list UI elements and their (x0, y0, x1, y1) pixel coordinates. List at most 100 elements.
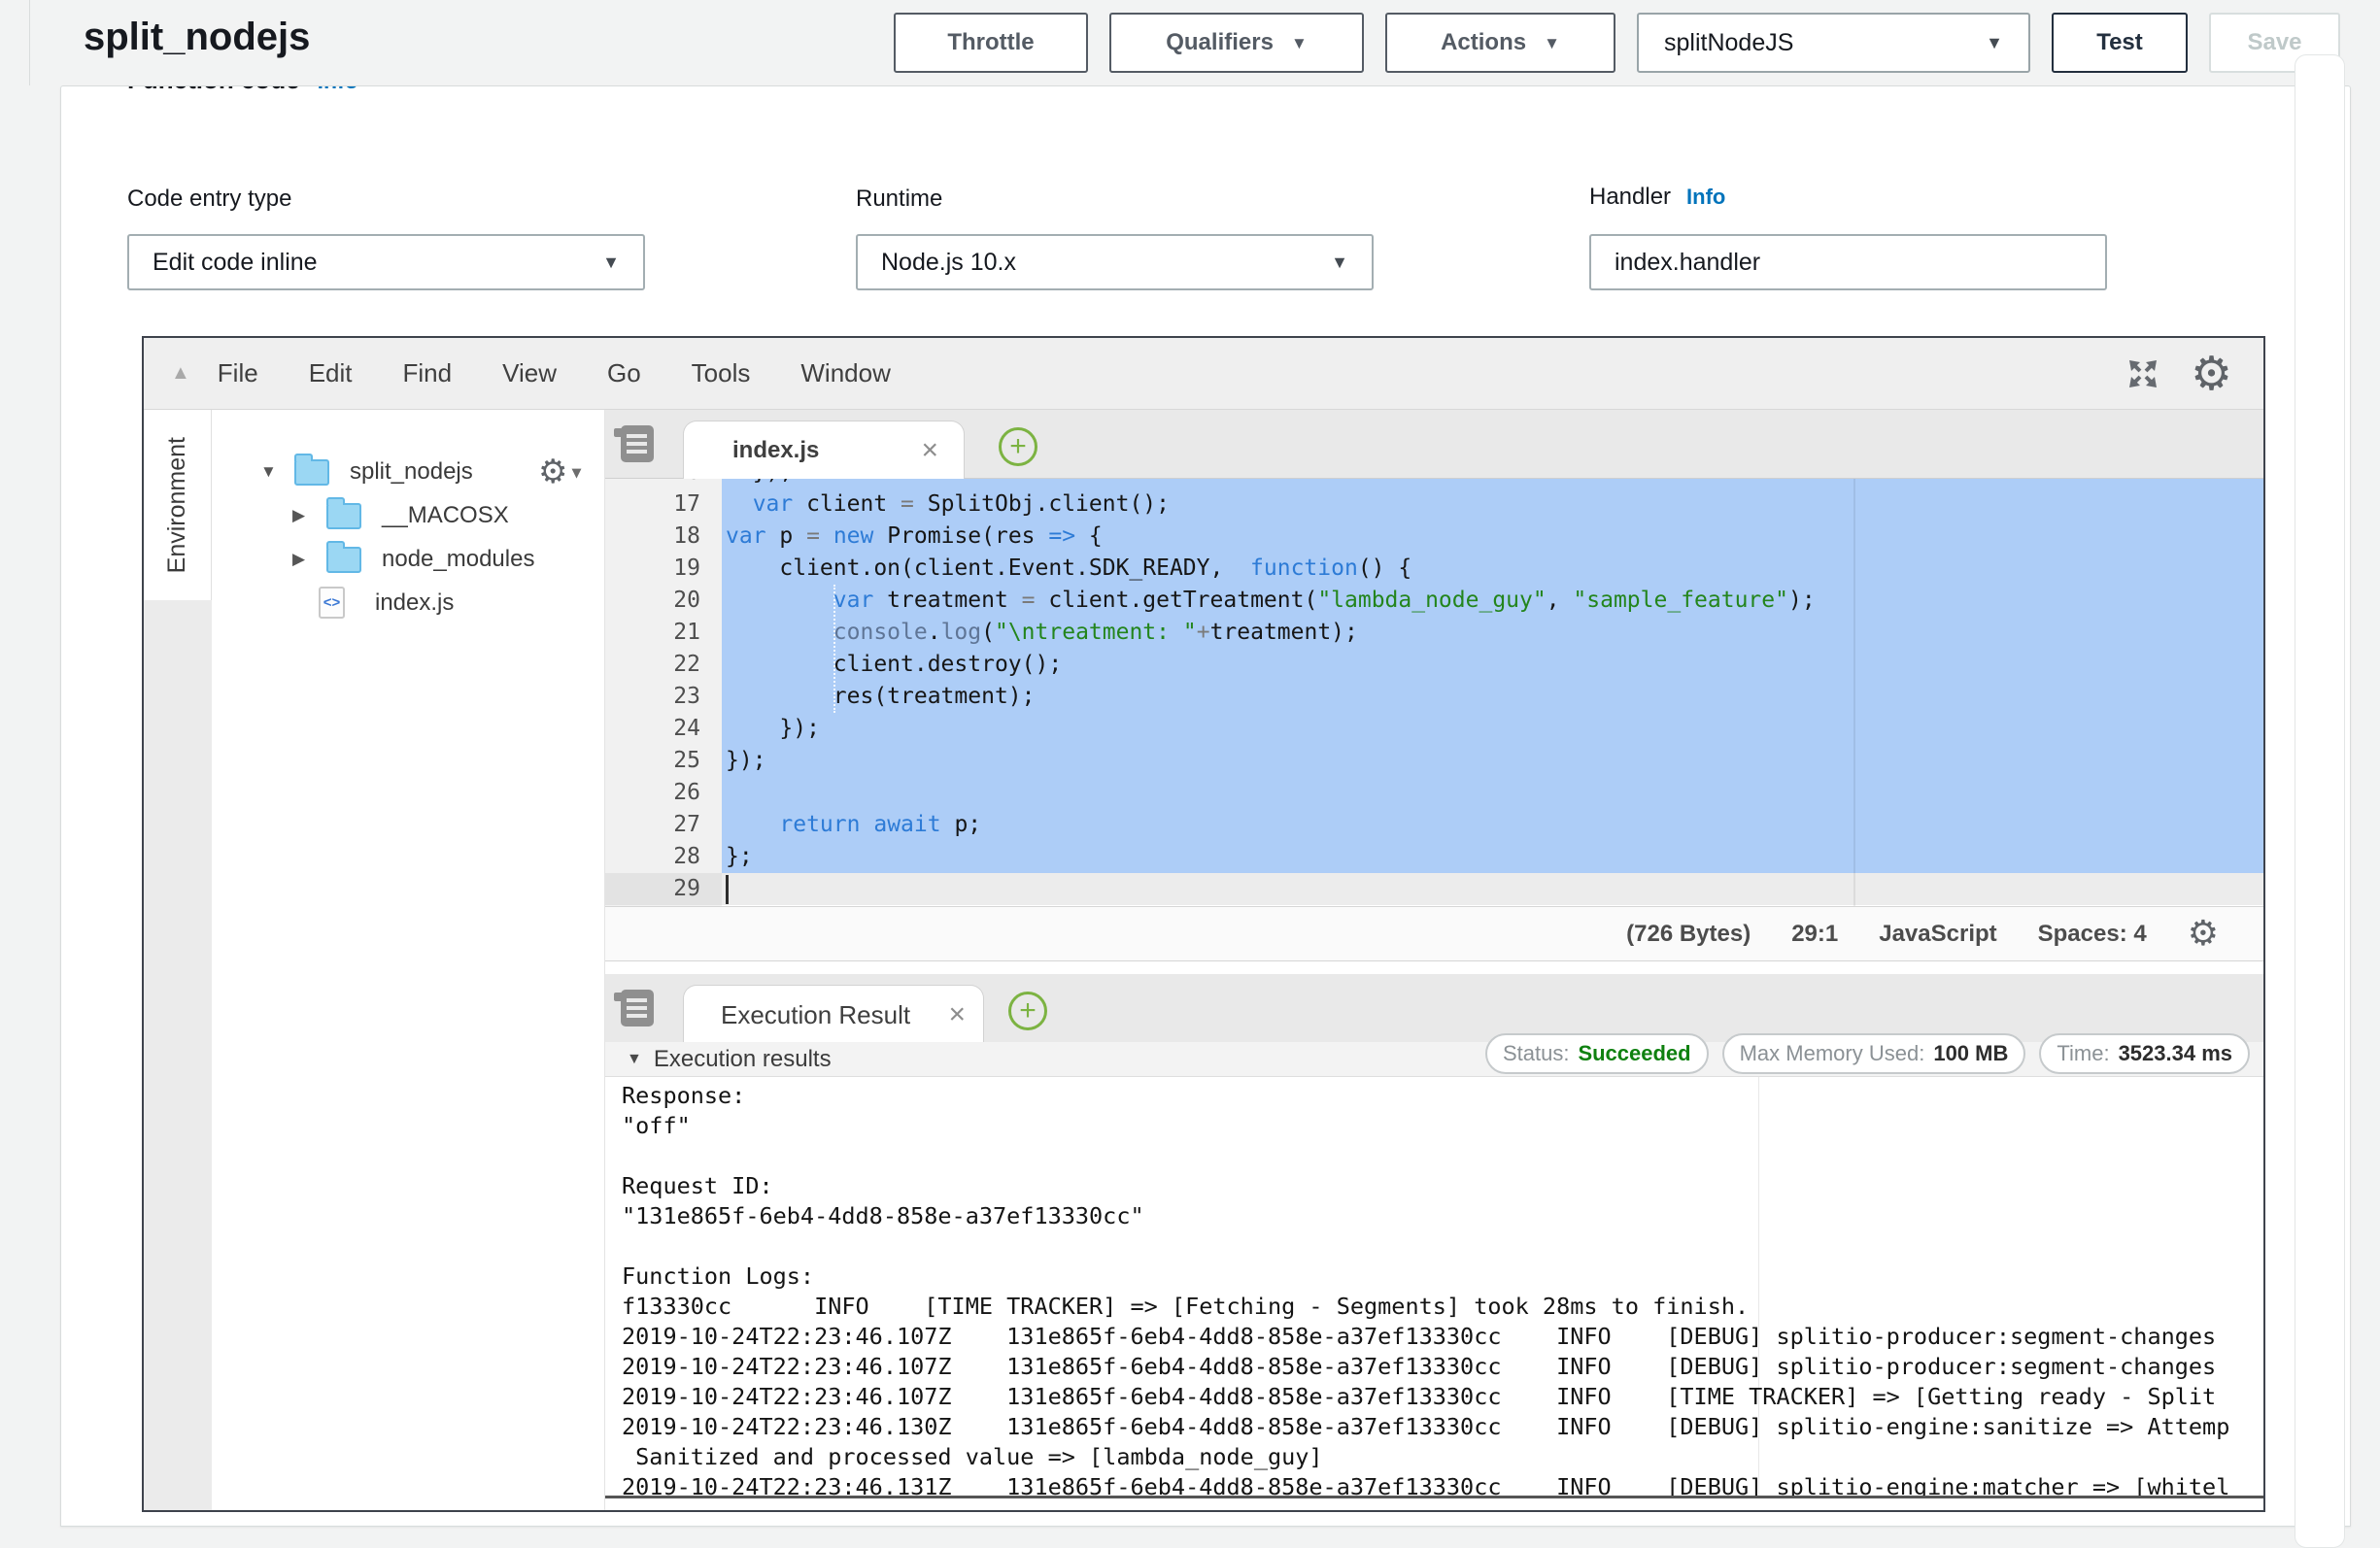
cursor-position-status: 29:1 (1791, 921, 1838, 948)
new-tab-plus-icon[interactable]: + (999, 427, 1037, 466)
clipped-section-heading: Function code Info (127, 86, 358, 95)
new-tab-plus-icon[interactable]: + (1008, 992, 1047, 1030)
text-cursor (726, 875, 729, 904)
js-file-icon: <> (319, 587, 345, 619)
caret-down-icon: ▼ (571, 466, 581, 481)
editor-settings-gear-icon[interactable]: ⚙ (2191, 351, 2232, 397)
line-number-gutter: 1617181920212223242526272829 (605, 479, 722, 906)
badge-label: Max Memory Used: (1740, 1041, 1925, 1066)
execution-results-body: Response:"off" Request ID:"131e865f-6eb4… (605, 1077, 2263, 1498)
code-entry-type-select[interactable]: Edit code inline ▼ (127, 234, 645, 290)
collapse-results-icon[interactable]: ▼ (627, 1051, 642, 1068)
handler-info-link[interactable]: Info (1686, 185, 1725, 210)
editor-main-column: index.js × + 161718192021222324252627282… (605, 410, 2263, 1510)
handler-label-row: Handler Info (1589, 184, 1725, 211)
tree-item-node-modules[interactable]: ▶ node_modules (212, 537, 604, 581)
tree-item-label: node_modules (382, 546, 534, 573)
runtime-value: Node.js 10.x (881, 249, 1016, 277)
code-line-16: }); (726, 479, 793, 488)
menu-edit[interactable]: Edit (309, 358, 353, 388)
code-lines: }); var client = SplitObj.client();var p… (722, 479, 2263, 906)
log-line: 2019-10-24T22:23:46.107Z 131e865f-6eb4-4… (622, 1322, 2263, 1352)
test-button[interactable]: Test (2052, 13, 2188, 73)
menu-file[interactable]: File (218, 358, 258, 388)
handler-label: Handler (1589, 184, 1671, 211)
caret-expanded-icon[interactable]: ▼ (260, 462, 277, 482)
caret-collapsed-icon[interactable]: ▶ (292, 550, 305, 569)
test-button-label: Test (2096, 29, 2143, 56)
tree-item-label: __MACOSX (382, 502, 509, 529)
log-line: Request ID: (622, 1171, 2263, 1201)
print-margin-line (1853, 479, 1855, 906)
code-editing-area[interactable]: 1617181920212223242526272829 }); var cli… (605, 479, 2263, 906)
save-button-label: Save (2247, 29, 2301, 56)
line-number: 29 (605, 873, 700, 905)
tree-item-split-nodejs[interactable]: ▼split_nodejs⚙▼ (212, 450, 604, 493)
log-line: "131e865f-6eb4-4dd8-858e-a37ef13330cc" (622, 1201, 2263, 1231)
section-heading-title: Function code (127, 86, 300, 95)
line-number: 28 (605, 841, 700, 873)
function-code-card: Function code Info Code entry type Edit … (60, 85, 2351, 1527)
execution-badges: Status:SucceededMax Memory Used:100 MBTi… (1485, 1032, 2250, 1075)
line-number: 26 (605, 777, 700, 809)
code-line-24: }); (726, 713, 820, 745)
indentation-status[interactable]: Spaces: 4 (2038, 921, 2147, 948)
code-line-18: var p = new Promise(res => { (726, 521, 1103, 553)
log-line (622, 1231, 2263, 1262)
line-number: 25 (605, 745, 700, 777)
menu-tools[interactable]: Tools (692, 358, 751, 388)
tree-item-label: index.js (375, 589, 454, 617)
tab-list-icon[interactable] (621, 990, 654, 1026)
language-mode-status[interactable]: JavaScript (1879, 921, 1996, 948)
file-tree-panel[interactable]: ▼split_nodejs⚙▼ ▶ __MACOSX ▶ node_modules <> i… (212, 410, 605, 1510)
page-scrollbar[interactable] (2295, 54, 2345, 1548)
environment-tab[interactable]: Environment (144, 410, 212, 600)
close-tab-icon[interactable]: × (921, 436, 938, 465)
file-size-status: (726 Bytes) (1626, 921, 1751, 948)
execution-result-tab[interactable]: Execution Result × (683, 985, 984, 1044)
code-editor-window: ▲ File Edit Find View Go Tools Window (142, 336, 2265, 1512)
badge-value: 100 MB (1933, 1041, 2008, 1066)
runtime-select[interactable]: Node.js 10.x ▼ (856, 234, 1374, 290)
menu-window[interactable]: Window (800, 358, 890, 388)
statusbar-gear-icon[interactable]: ⚙ (2188, 917, 2219, 952)
code-tab-indexjs[interactable]: index.js × (683, 421, 965, 480)
handler-input[interactable] (1589, 234, 2107, 290)
caret-collapsed-icon[interactable]: ▶ (292, 506, 305, 525)
throttle-button-label: Throttle (947, 29, 1034, 56)
line-number: 20 (605, 585, 700, 617)
badge-label: Status: (1503, 1041, 1569, 1066)
line-number: 24 (605, 713, 700, 745)
fullscreen-icon[interactable] (2125, 355, 2161, 392)
menu-view[interactable]: View (502, 358, 557, 388)
menu-go[interactable]: Go (607, 358, 641, 388)
caret-down-icon: ▼ (602, 252, 620, 273)
log-line: 2019-10-24T22:23:46.131Z 131e865f-6eb4-4… (622, 1472, 2263, 1498)
execution-results-title: Execution results (654, 1046, 832, 1073)
caret-down-icon: ▼ (1544, 35, 1560, 51)
environment-tab-label: Environment (163, 437, 191, 573)
tree-settings-gear-icon[interactable]: ⚙▼ (538, 455, 581, 488)
code-line-25: }); (726, 745, 766, 777)
badge-label: Time: (2057, 1041, 2109, 1066)
tree-item--macosx[interactable]: ▶ __MACOSX (212, 493, 604, 537)
menu-find[interactable]: Find (403, 358, 453, 388)
actions-dropdown-button[interactable]: Actions ▼ (1385, 13, 1615, 73)
line-number: 22 (605, 649, 700, 681)
line-number: 27 (605, 809, 700, 841)
test-event-select[interactable]: splitNodeJS ▼ (1637, 13, 2030, 73)
folder-icon (326, 547, 361, 573)
throttle-button[interactable]: Throttle (894, 13, 1088, 73)
caret-down-icon: ▼ (1331, 252, 1348, 273)
collapse-menubar-icon[interactable]: ▲ (171, 362, 190, 385)
tree-item-index-js[interactable]: <> index.js (212, 581, 604, 624)
tab-list-icon[interactable] (621, 425, 654, 462)
line-number: 16 (605, 479, 700, 488)
qualifiers-dropdown-button[interactable]: Qualifiers ▼ (1109, 13, 1364, 73)
close-tab-icon[interactable]: × (948, 1000, 966, 1029)
line-number: 18 (605, 521, 700, 553)
editor-menubar: ▲ File Edit Find View Go Tools Window (144, 338, 2263, 410)
editor-menu-items: File Edit Find View Go Tools Window (218, 358, 941, 388)
code-line-19: client.on(client.Event.SDK_READY, functi… (726, 553, 1411, 585)
section-heading-info-link: Info (318, 86, 358, 94)
